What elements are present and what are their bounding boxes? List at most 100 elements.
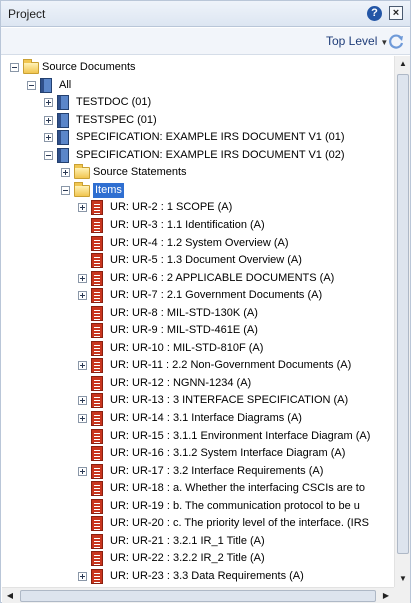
tree-item-label[interactable]: UR: UR-5 : 1.3 Document Overview (A) [110, 253, 302, 268]
tree-row[interactable]: UR: UR-21 : 3.2.1 IR_1 Title (A) [2, 533, 393, 550]
tree-item-label[interactable]: Source Statements [93, 165, 187, 180]
level-dropdown[interactable]: Top Level ▼ [326, 34, 388, 48]
requirement-icon [91, 411, 103, 426]
tree-item-label[interactable]: UR: UR-21 : 3.2.1 IR_1 Title (A) [110, 534, 265, 549]
collapse-icon[interactable] [44, 150, 53, 160]
tree-row[interactable]: UR: UR-7 : 2.1 Government Documents (A) [2, 287, 393, 304]
tree-row[interactable]: UR: UR-17 : 3.2 Interface Requirements (… [2, 463, 393, 480]
tree-item-label[interactable]: UR: UR-11 : 2.2 Non-Government Documents… [110, 358, 351, 373]
tree-row[interactable]: Items [2, 181, 393, 199]
requirement-icon [91, 551, 103, 567]
tree-row[interactable]: UR: UR-12 : NGNN-1234 (A) [2, 375, 393, 392]
tree-item-label[interactable]: UR: UR-19 : b. The communication protoco… [110, 499, 360, 514]
tree-item-label[interactable]: SPECIFICATION: EXAMPLE IRS DOCUMENT V1 (… [76, 130, 345, 145]
help-icon[interactable]: ? [367, 6, 382, 21]
tree-row[interactable]: UR: UR-10 : MIL-STD-810F (A) [2, 340, 393, 357]
tree-row[interactable]: UR: UR-20 : c. The priority level of the… [2, 515, 393, 532]
tree-row[interactable]: UR: UR-11 : 2.2 Non-Government Documents… [2, 357, 393, 374]
requirement-icon [91, 393, 103, 409]
tree-item-label[interactable]: UR: UR-4 : 1.2 System Overview (A) [110, 236, 288, 251]
scroll-up-icon[interactable]: ▲ [395, 56, 411, 72]
tree-row[interactable]: SPECIFICATION: EXAMPLE IRS DOCUMENT V1 (… [2, 147, 393, 164]
expand-icon[interactable] [78, 466, 87, 476]
tree-item-label[interactable]: Items [93, 182, 124, 198]
requirement-icon [91, 217, 103, 233]
tree-row[interactable]: UR: UR-6 : 2 APPLICABLE DOCUMENTS (A) [2, 270, 393, 287]
tree-item-label[interactable]: UR: UR-14 : 3.1 Interface Diagrams (A) [110, 411, 302, 426]
tree-row[interactable]: UR: UR-13 : 3 INTERFACE SPECIFICATION (A… [2, 392, 393, 409]
tree-item-label[interactable]: TESTDOC (01) [76, 95, 151, 110]
tree-item-label[interactable]: UR: UR-8 : MIL-STD-130K (A) [110, 306, 258, 321]
expand-icon[interactable] [61, 168, 70, 178]
tree-row[interactable]: Source Statements [2, 164, 393, 181]
tree-item-label[interactable]: UR: UR-2 : 1 SCOPE (A) [110, 200, 232, 215]
tree-row[interactable]: TESTDOC (01) [2, 94, 393, 111]
tree-row[interactable]: UR: UR-5 : 1.3 Document Overview (A) [2, 252, 393, 269]
tree-row[interactable]: UR: UR-15 : 3.1.1 Environment Interface … [2, 428, 393, 445]
expand-icon[interactable] [78, 203, 87, 213]
expand-icon[interactable] [78, 571, 87, 581]
vertical-scrollbar[interactable]: ▲ ▼ [394, 56, 410, 587]
tree-item-label[interactable]: UR: UR-6 : 2 APPLICABLE DOCUMENTS (A) [110, 271, 334, 286]
scroll-left-icon[interactable]: ◀ [2, 588, 18, 603]
expand-icon[interactable] [44, 115, 53, 125]
scroll-down-icon[interactable]: ▼ [395, 571, 411, 587]
requirement-icon [91, 463, 103, 479]
tree-item-label[interactable]: SPECIFICATION: EXAMPLE IRS DOCUMENT V1 (… [76, 148, 345, 163]
panel-toolbar: Top Level ▼ [1, 28, 410, 55]
vertical-scroll-thumb[interactable] [397, 74, 409, 554]
collapse-icon[interactable] [27, 80, 36, 90]
tree-item-label[interactable]: UR: UR-7 : 2.1 Government Documents (A) [110, 288, 322, 303]
horizontal-scroll-thumb[interactable] [20, 590, 376, 602]
tree-row[interactable]: UR: UR-3 : 1.1 Identification (A) [2, 217, 393, 234]
tree-item-label[interactable]: Source Documents [42, 60, 136, 75]
collapse-icon[interactable] [10, 63, 19, 72]
tree-item-label[interactable]: All [59, 78, 71, 93]
tree-item-label[interactable]: UR: UR-15 : 3.1.1 Environment Interface … [110, 429, 370, 444]
expand-icon[interactable] [44, 133, 53, 143]
tree-item-label[interactable]: UR: UR-18 : a. Whether the interfacing C… [110, 481, 365, 496]
tree-row[interactable]: TESTSPEC (01) [2, 112, 393, 129]
tree-row[interactable]: UR: UR-18 : a. Whether the interfacing C… [2, 480, 393, 497]
tree-row[interactable]: SPECIFICATION: EXAMPLE IRS DOCUMENT V1 (… [2, 129, 393, 146]
panel-title: Project [8, 7, 46, 21]
expand-icon[interactable] [78, 396, 87, 406]
tree-row[interactable]: UR: UR-22 : 3.2.2 IR_2 Title (A) [2, 550, 393, 567]
tree-row[interactable]: UR: UR-2 : 1 SCOPE (A) [2, 199, 393, 216]
tree-item-label[interactable]: UR: UR-16 : 3.1.2 System Interface Diagr… [110, 446, 345, 461]
tree-item-label[interactable]: UR: UR-12 : NGNN-1234 (A) [110, 376, 251, 391]
tree-row[interactable]: UR: UR-9 : MIL-STD-461E (A) [2, 322, 393, 339]
refresh-icon[interactable] [387, 32, 405, 50]
tree-row[interactable]: UR: UR-8 : MIL-STD-130K (A) [2, 305, 393, 322]
tree-item-label[interactable]: TESTSPEC (01) [76, 113, 157, 128]
expand-icon[interactable] [78, 291, 87, 301]
tree-item-label[interactable]: UR: UR-22 : 3.2.2 IR_2 Title (A) [110, 551, 265, 566]
tree-row[interactable]: UR: UR-14 : 3.1 Interface Diagrams (A) [2, 410, 393, 427]
requirement-icon [91, 270, 103, 286]
close-icon[interactable]: × [389, 6, 403, 20]
expand-icon[interactable] [78, 414, 87, 423]
tree-item-label[interactable]: UR: UR-23 : 3.3 Data Requirements (A) [110, 569, 304, 584]
requirement-icon [91, 358, 103, 374]
expand-icon[interactable] [78, 273, 87, 283]
horizontal-scrollbar[interactable]: ◀ ▶ [2, 587, 394, 603]
requirement-icon [91, 446, 103, 462]
expand-icon[interactable] [78, 361, 87, 371]
tree-row[interactable]: UR: UR-19 : b. The communication protoco… [2, 498, 393, 515]
tree-item-label[interactable]: UR: UR-20 : c. The priority level of the… [110, 516, 369, 531]
tree-item-label[interactable]: UR: UR-3 : 1.1 Identification (A) [110, 218, 265, 233]
tree-item-label[interactable]: UR: UR-10 : MIL-STD-810F (A) [110, 341, 263, 356]
requirement-icon [91, 428, 103, 444]
collapse-icon[interactable] [61, 185, 70, 195]
tree-row[interactable]: UR: UR-4 : 1.2 System Overview (A) [2, 235, 393, 252]
tree-row[interactable]: UR: UR-23 : 3.3 Data Requirements (A) [2, 568, 393, 585]
tree-item-label[interactable]: UR: UR-17 : 3.2 Interface Requirements (… [110, 464, 323, 479]
tree-row[interactable]: Source Documents [2, 59, 393, 76]
expand-icon[interactable] [44, 98, 53, 108]
tree-item-label[interactable]: UR: UR-13 : 3 INTERFACE SPECIFICATION (A… [110, 393, 348, 408]
folder-icon [23, 59, 39, 74]
tree-row[interactable]: All [2, 77, 393, 94]
tree-row[interactable]: UR: UR-16 : 3.1.2 System Interface Diagr… [2, 445, 393, 462]
scroll-right-icon[interactable]: ▶ [378, 588, 394, 603]
tree-item-label[interactable]: UR: UR-9 : MIL-STD-461E (A) [110, 323, 258, 338]
